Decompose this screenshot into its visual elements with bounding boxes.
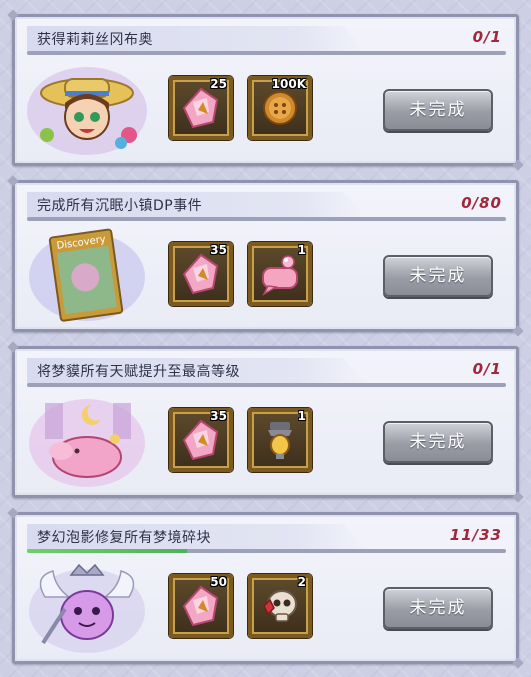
task-card: 完成所有沉眠小镇DP事件 0/80 Discovery 35 1 未完成	[12, 180, 519, 332]
task-progress-fill	[27, 549, 187, 553]
task-title: 获得莉莉丝冈布奥	[37, 32, 153, 48]
reward-slot[interactable]: 50	[169, 574, 233, 638]
reward-slot[interactable]: 2	[248, 574, 312, 638]
reward-slot[interactable]: 35	[169, 242, 233, 306]
reward-slot[interactable]: 100K	[248, 76, 312, 140]
pink-crystal-icon	[182, 87, 219, 129]
reward-qty: 2	[297, 575, 306, 589]
reward-slot[interactable]: 35	[169, 408, 233, 472]
reward-qty: 25	[210, 77, 227, 91]
task-progress-text: 0/1	[472, 28, 502, 46]
reward-qty: 50	[210, 575, 227, 589]
task-progress-bar	[27, 383, 506, 387]
reward-qty: 100K	[271, 77, 306, 91]
task-card: 将梦貘所有天赋提升至最高等级 0/1 35 1 未完成	[12, 346, 519, 498]
incomplete-button[interactable]: 未完成	[383, 255, 493, 297]
task-progress-text: 0/1	[472, 360, 502, 378]
task-title: 完成所有沉眠小镇DP事件	[37, 198, 203, 214]
pink-dream-tapir-portrait	[29, 399, 145, 487]
bronze-coin-icon	[263, 91, 297, 125]
pink-crystal-icon	[182, 585, 219, 627]
task-progress-text: 0/80	[461, 194, 502, 212]
discovery-book-portrait: Discovery	[29, 228, 145, 322]
task-card: 梦幻泡影修复所有梦境碎块 11/33 50 2 未完成	[12, 512, 519, 664]
incomplete-button[interactable]: 未完成	[383, 587, 493, 629]
task-progress-text: 11/33	[449, 526, 502, 544]
reward-slot[interactable]: 1	[248, 242, 312, 306]
reward-qty: 35	[210, 409, 227, 423]
pink-speech-bubble-icon	[262, 255, 298, 296]
skull-with-gem-icon	[263, 590, 297, 622]
reward-qty: 1	[297, 409, 306, 423]
golden-lightbulb-icon	[268, 422, 292, 459]
task-title: 梦幻泡影修复所有梦境碎块	[37, 530, 211, 546]
incomplete-button[interactable]: 未完成	[383, 89, 493, 131]
task-title: 将梦貘所有天赋提升至最高等级	[37, 364, 240, 380]
pink-crystal-icon	[182, 253, 219, 295]
reward-slot[interactable]: 1	[248, 408, 312, 472]
reward-slot[interactable]: 25	[169, 76, 233, 140]
winged-purple-slime-portrait	[29, 563, 145, 653]
incomplete-button[interactable]: 未完成	[383, 421, 493, 463]
task-progress-bar	[27, 549, 506, 553]
task-progress-bar	[27, 51, 506, 55]
task-progress-bar	[27, 217, 506, 221]
reward-qty: 1	[297, 243, 306, 257]
task-card: 获得莉莉丝冈布奥 0/1 25 100K 未完成	[12, 14, 519, 166]
boy-straw-hat-portrait	[27, 67, 147, 155]
pink-crystal-icon	[182, 419, 219, 461]
reward-qty: 35	[210, 243, 227, 257]
